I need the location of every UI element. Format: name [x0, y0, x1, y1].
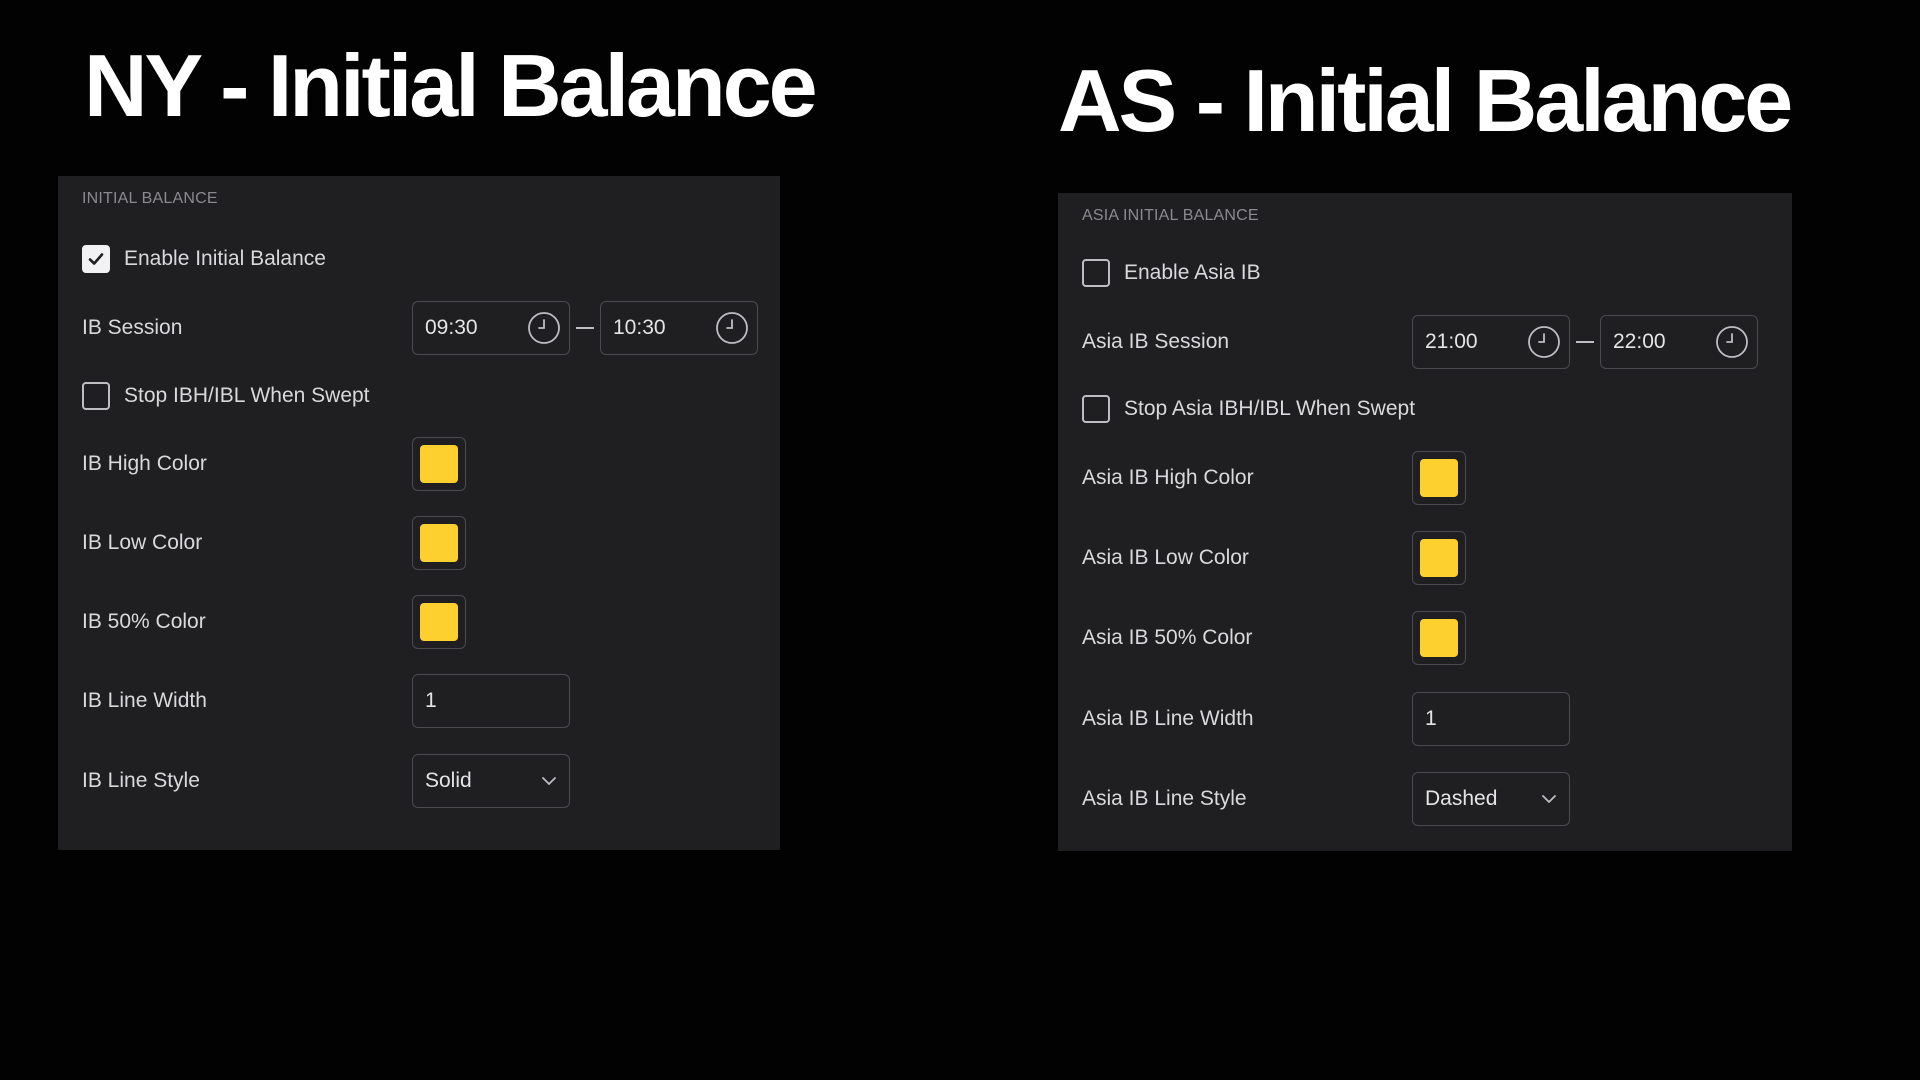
ny-low-color-label: IB Low Color — [82, 531, 203, 554]
ny-enable-row[interactable]: Enable Initial Balance — [82, 231, 760, 287]
ny-line-width-row: IB Line Width 1 — [82, 673, 760, 729]
ny-session-label: IB Session — [82, 316, 183, 339]
as-session-label: Asia IB Session — [1082, 330, 1230, 353]
color-swatch — [1420, 619, 1458, 657]
as-high-color-swatch[interactable] — [1412, 451, 1466, 505]
ny-high-color-label: IB High Color — [82, 452, 207, 475]
ny-session-start-value: 09:30 — [425, 316, 478, 339]
color-swatch — [1420, 459, 1458, 497]
as-stop-checkbox[interactable] — [1082, 395, 1110, 423]
ny-mid-color-row: IB 50% Color — [82, 594, 760, 650]
as-session-row: Asia IB Session 21:00 22:00 — [1082, 314, 1772, 370]
ny-low-color-row: IB Low Color — [82, 515, 760, 571]
clock-icon[interactable] — [527, 311, 561, 345]
ny-stop-checkbox[interactable] — [82, 382, 110, 410]
as-stop-row[interactable]: Stop Asia IBH/IBL When Swept — [1082, 381, 1772, 437]
as-settings-panel: ASIA INITIAL BALANCE Enable Asia IB Asia… — [1058, 193, 1792, 851]
ny-line-style-select[interactable]: Solid — [412, 754, 570, 808]
as-section-title: ASIA INITIAL BALANCE — [1082, 207, 1259, 224]
ny-session-end-input[interactable]: 10:30 — [600, 301, 758, 355]
ny-session-start-input[interactable]: 09:30 — [412, 301, 570, 355]
as-session-start-input[interactable]: 21:00 — [1412, 315, 1570, 369]
ny-high-color-swatch[interactable] — [412, 437, 466, 491]
range-dash — [576, 327, 594, 329]
as-session-end-value: 22:00 — [1613, 330, 1666, 353]
as-mid-color-swatch[interactable] — [1412, 611, 1466, 665]
as-high-color-row: Asia IB High Color — [1082, 450, 1772, 506]
as-line-style-select[interactable]: Dashed — [1412, 772, 1570, 826]
ny-high-color-row: IB High Color — [82, 436, 760, 492]
as-line-width-row: Asia IB Line Width 1 — [1082, 691, 1772, 747]
ny-low-color-swatch[interactable] — [412, 516, 466, 570]
ny-settings-panel: INITIAL BALANCE Enable Initial Balance I… — [58, 176, 780, 850]
color-swatch — [420, 603, 458, 641]
ny-enable-checkbox[interactable] — [82, 245, 110, 273]
ny-line-style-row: IB Line Style Solid — [82, 753, 760, 809]
check-icon — [88, 253, 104, 265]
as-low-color-swatch[interactable] — [1412, 531, 1466, 585]
ny-session-end-value: 10:30 — [613, 316, 666, 339]
ny-mid-color-label: IB 50% Color — [82, 610, 206, 633]
as-high-color-label: Asia IB High Color — [1082, 466, 1254, 489]
as-enable-checkbox[interactable] — [1082, 259, 1110, 287]
clock-icon[interactable] — [715, 311, 749, 345]
as-line-style-row: Asia IB Line Style Dashed — [1082, 771, 1772, 827]
ny-session-row: IB Session 09:30 10:30 — [82, 300, 760, 356]
as-mid-color-row: Asia IB 50% Color — [1082, 610, 1772, 666]
ny-mid-color-swatch[interactable] — [412, 595, 466, 649]
ny-enable-label: Enable Initial Balance — [124, 247, 326, 270]
ny-section-title: INITIAL BALANCE — [82, 190, 218, 207]
stage: NY - Initial Balance AS - Initial Balanc… — [0, 0, 1920, 1080]
as-line-style-label: Asia IB Line Style — [1082, 787, 1247, 810]
as-enable-label: Enable Asia IB — [1124, 261, 1261, 284]
as-line-style-value: Dashed — [1425, 787, 1498, 810]
as-stop-label: Stop Asia IBH/IBL When Swept — [1124, 397, 1416, 420]
color-swatch — [420, 445, 458, 483]
chevron-down-icon — [1542, 795, 1556, 803]
ny-stop-label: Stop IBH/IBL When Swept — [124, 384, 370, 407]
color-swatch — [420, 524, 458, 562]
color-swatch — [1420, 539, 1458, 577]
as-enable-row[interactable]: Enable Asia IB — [1082, 245, 1772, 301]
ny-line-width-input[interactable]: 1 — [412, 674, 570, 728]
ny-stop-row[interactable]: Stop IBH/IBL When Swept — [82, 368, 760, 424]
as-low-color-row: Asia IB Low Color — [1082, 530, 1772, 586]
as-line-width-input[interactable]: 1 — [1412, 692, 1570, 746]
ny-heading: NY - Initial Balance — [84, 36, 818, 135]
as-line-width-label: Asia IB Line Width — [1082, 707, 1254, 730]
range-dash — [1576, 341, 1594, 343]
clock-icon[interactable] — [1527, 325, 1561, 359]
ny-line-style-value: Solid — [425, 769, 472, 792]
clock-icon[interactable] — [1715, 325, 1749, 359]
as-mid-color-label: Asia IB 50% Color — [1082, 626, 1253, 649]
as-session-end-input[interactable]: 22:00 — [1600, 315, 1758, 369]
as-low-color-label: Asia IB Low Color — [1082, 546, 1249, 569]
as-session-start-value: 21:00 — [1425, 330, 1478, 353]
chevron-down-icon — [542, 777, 556, 785]
ny-line-style-label: IB Line Style — [82, 769, 200, 792]
as-heading: AS - Initial Balance — [1058, 51, 1793, 150]
ny-line-width-label: IB Line Width — [82, 689, 207, 712]
